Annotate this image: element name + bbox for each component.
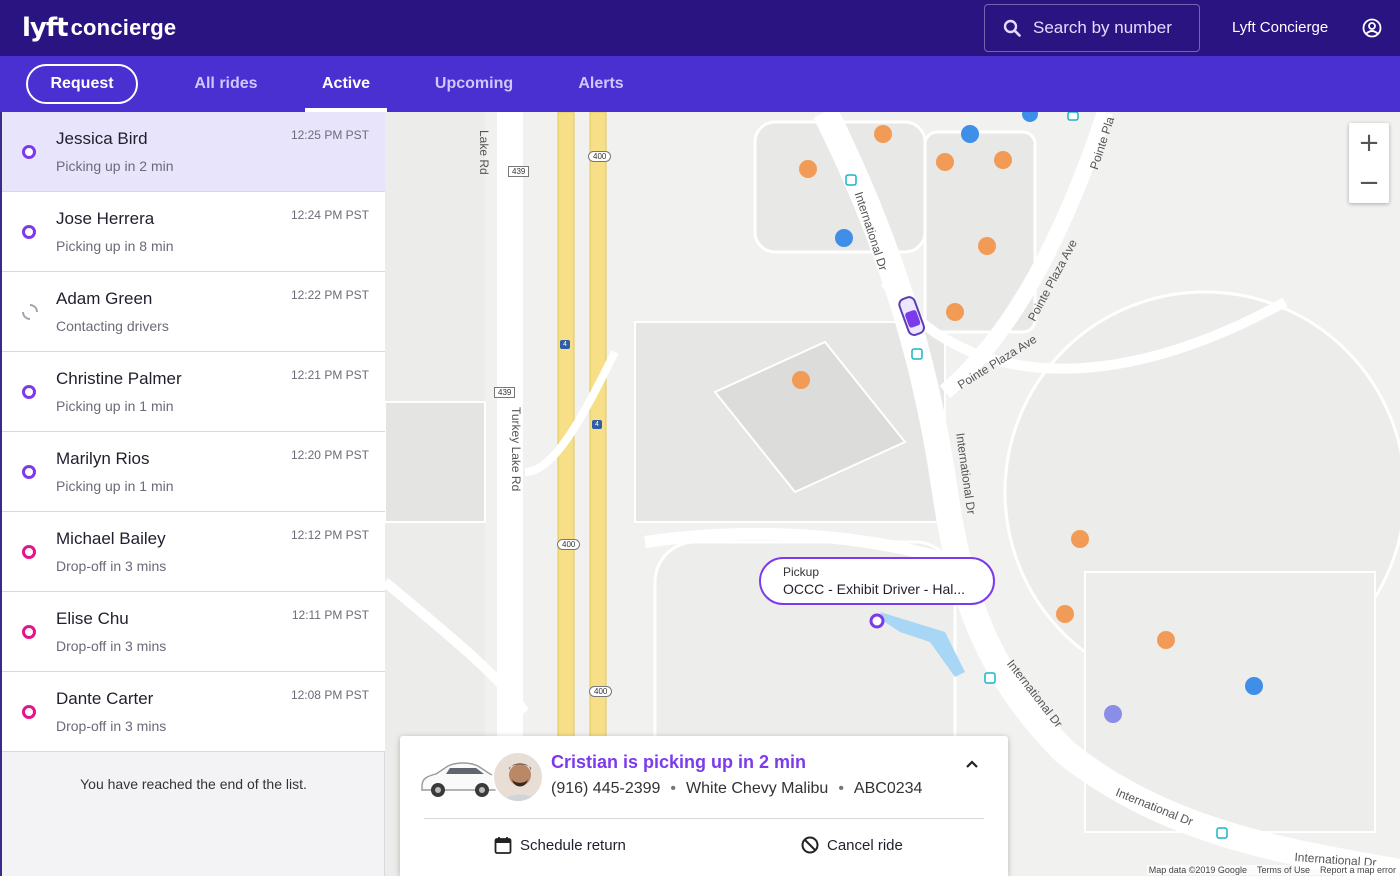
end-of-list-message: You have reached the end of the list. bbox=[80, 776, 307, 792]
nav-bar: Request All rides Active Upcoming Alerts bbox=[0, 56, 1400, 112]
dropoff-status-dot bbox=[22, 545, 36, 559]
terms-link[interactable]: Terms of Use bbox=[1257, 865, 1310, 875]
ride-status: Picking up in 2 min bbox=[56, 158, 174, 174]
pickup-status-dot bbox=[22, 145, 36, 159]
tab-active[interactable]: Active bbox=[305, 56, 387, 112]
ride-time: 12:24 PM PST bbox=[290, 208, 369, 222]
ride-list[interactable]: Jessica Bird Picking up in 2 min 12:25 P… bbox=[0, 112, 385, 876]
ride-status: Drop-off in 3 mins bbox=[56, 558, 167, 574]
pickup-callout[interactable]: Pickup OCCC - Exhibit Driver - Hal... bbox=[759, 557, 995, 605]
logo-text: concierge bbox=[70, 15, 177, 40]
vehicle-description: White Chevy Malibu bbox=[686, 780, 829, 797]
loading-spinner-icon bbox=[22, 304, 38, 320]
zoom-controls: + − bbox=[1349, 123, 1389, 203]
rider-name: Dante Carter bbox=[56, 689, 154, 708]
rider-name: Jessica Bird bbox=[56, 129, 148, 148]
driver-headline: Cristian is picking up in 2 min bbox=[551, 752, 807, 772]
rider-name: Michael Bailey bbox=[56, 529, 166, 548]
pickup-status-dot bbox=[22, 225, 36, 239]
ride-status: Contacting drivers bbox=[56, 318, 169, 334]
tab-all-rides[interactable]: All rides bbox=[176, 56, 276, 112]
ride-time: 12:12 PM PST bbox=[290, 528, 369, 542]
cancel-ride-label: Cancel ride bbox=[827, 836, 903, 854]
route-shield: 400 bbox=[557, 539, 581, 550]
top-bar: lyft concierge Search by number Lyft Con… bbox=[0, 0, 1400, 56]
pickup-status-dot bbox=[22, 385, 36, 399]
tab-upcoming[interactable]: Upcoming bbox=[420, 56, 528, 112]
separator: • bbox=[670, 780, 677, 797]
dropoff-status-dot bbox=[22, 705, 36, 719]
ride-time: 12:25 PM PST bbox=[290, 128, 369, 142]
rider-name: Adam Green bbox=[56, 289, 153, 308]
rider-name: Christine Palmer bbox=[56, 369, 182, 388]
license-plate: ABC0234 bbox=[853, 780, 923, 797]
zoom-out-button[interactable]: − bbox=[1349, 163, 1389, 203]
ride-status: Picking up in 1 min bbox=[56, 478, 174, 494]
ride-status: Picking up in 8 min bbox=[56, 238, 174, 254]
report-map-error-link[interactable]: Report a map error bbox=[1320, 865, 1396, 875]
ride-item[interactable]: Elise Chu Drop-off in 3 mins 12:11 PM PS… bbox=[2, 592, 385, 672]
driver-avatar bbox=[492, 751, 544, 803]
route-shield: 439 bbox=[508, 166, 530, 177]
rider-name: Marilyn Rios bbox=[56, 449, 150, 468]
request-button[interactable]: Request bbox=[26, 64, 138, 104]
search-icon bbox=[1003, 19, 1021, 37]
zoom-in-button[interactable]: + bbox=[1349, 123, 1389, 163]
pickup-status-dot bbox=[22, 465, 36, 479]
ride-item[interactable]: Jessica Bird Picking up in 2 min 12:25 P… bbox=[2, 112, 385, 192]
ride-time: 12:22 PM PST bbox=[290, 288, 369, 302]
search-placeholder: Search by number bbox=[1033, 18, 1172, 37]
ride-item[interactable]: Adam Green Contacting drivers 12:22 PM P… bbox=[2, 272, 385, 352]
ride-time: 12:20 PM PST bbox=[290, 448, 369, 462]
street-label: Lake Rd bbox=[477, 130, 491, 175]
ride-item[interactable]: Jose Herrera Picking up in 8 min 12:24 P… bbox=[2, 192, 385, 272]
logo-mark: lyft bbox=[22, 13, 69, 43]
schedule-return-label: Schedule return bbox=[520, 836, 626, 854]
ride-time: 12:11 PM PST bbox=[291, 608, 369, 622]
ride-item[interactable]: Marilyn Rios Picking up in 1 min 12:20 P… bbox=[2, 432, 385, 512]
pickup-location: OCCC - Exhibit Driver - Hal... bbox=[783, 581, 966, 597]
user-name[interactable]: Lyft Concierge bbox=[1232, 19, 1328, 36]
route-shield: 400 bbox=[588, 151, 612, 162]
ride-time: 12:21 PM PST bbox=[290, 368, 369, 382]
map-data-credit: Map data ©2019 Google bbox=[1148, 865, 1247, 875]
cancel-icon bbox=[801, 836, 819, 854]
rider-name: Elise Chu bbox=[56, 609, 129, 628]
ride-status: Drop-off in 3 mins bbox=[56, 638, 167, 654]
route-shield: 400 bbox=[589, 686, 613, 697]
car-icon bbox=[421, 762, 499, 797]
ride-status: Drop-off in 3 mins bbox=[56, 718, 167, 734]
ride-time: 12:08 PM PST bbox=[290, 688, 369, 702]
interstate-shield: 4 bbox=[592, 420, 602, 429]
ride-item[interactable]: Michael Bailey Drop-off in 3 mins 12:12 … bbox=[2, 512, 385, 592]
cancel-ride-button[interactable]: Cancel ride bbox=[801, 836, 903, 854]
tab-alerts[interactable]: Alerts bbox=[566, 56, 636, 112]
ride-item[interactable]: Christine Palmer Picking up in 1 min 12:… bbox=[2, 352, 385, 432]
interstate-shield: 4 bbox=[560, 340, 570, 349]
calendar-icon bbox=[494, 837, 512, 854]
driver-details: (916) 445-2399 • White Chevy Malibu • AB… bbox=[551, 780, 922, 798]
account-icon[interactable] bbox=[1362, 18, 1382, 38]
driver-card: Cristian is picking up in 2 min (916) 44… bbox=[400, 736, 1008, 876]
street-label: Turkey Lake Rd bbox=[509, 407, 523, 492]
pickup-label: Pickup bbox=[783, 565, 820, 579]
separator: • bbox=[838, 780, 844, 797]
dropoff-status-dot bbox=[22, 625, 36, 639]
route-shield: 439 bbox=[494, 387, 516, 398]
rider-name: Jose Herrera bbox=[56, 209, 155, 228]
map-attribution: Map data ©2019 Google Terms of Use Report … bbox=[1146, 865, 1398, 875]
driver-phone[interactable]: (916) 445-2399 bbox=[551, 780, 660, 798]
ride-status: Picking up in 1 min bbox=[56, 398, 174, 414]
card-divider bbox=[424, 818, 984, 819]
ride-item[interactable]: Dante Carter Drop-off in 3 mins 12:08 PM… bbox=[2, 672, 385, 752]
lyft-concierge-logo[interactable]: lyft concierge bbox=[22, 12, 176, 44]
chevron-up-icon[interactable] bbox=[964, 756, 980, 772]
schedule-return-button[interactable]: Schedule return bbox=[494, 836, 626, 854]
search-input[interactable]: Search by number bbox=[984, 4, 1200, 52]
